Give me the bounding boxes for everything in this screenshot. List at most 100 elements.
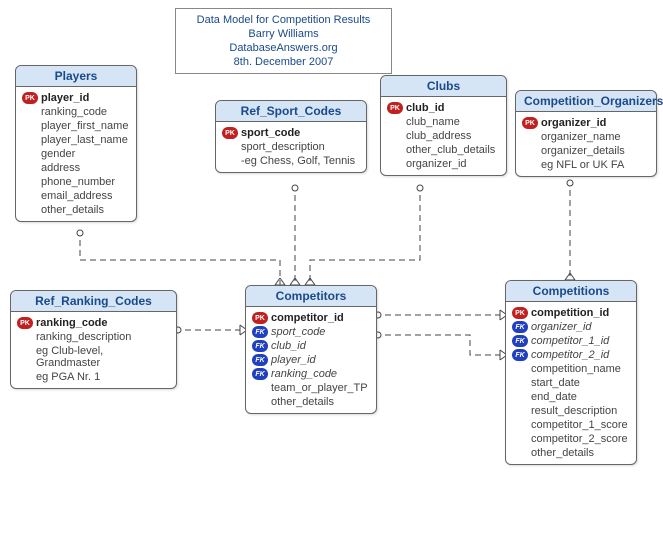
entity-body: PKcompetition_idFKorganizer_idFKcompetit… xyxy=(506,302,636,464)
no-key-icon xyxy=(522,145,538,157)
attribute-row: player_last_name xyxy=(22,133,130,147)
primary-key-icon: PK xyxy=(22,92,38,104)
entity-body: PKsport_codesport_description-eg Chess, … xyxy=(216,122,366,172)
attribute-row: PKplayer_id xyxy=(22,91,130,105)
attribute-row: other_club_details xyxy=(387,143,500,157)
entity-body: PKplayer_idranking_codeplayer_first_name… xyxy=(16,87,136,221)
no-key-icon xyxy=(22,176,38,188)
attribute-name: other_details xyxy=(531,447,594,459)
no-key-icon xyxy=(522,131,538,143)
no-key-icon xyxy=(222,155,238,167)
no-key-icon xyxy=(252,396,268,408)
title-line-3: DatabaseAnswers.org xyxy=(186,41,381,55)
attribute-name: competitor_2_id xyxy=(531,349,609,361)
foreign-key-icon: FK xyxy=(252,368,268,380)
primary-key-icon: PK xyxy=(17,317,33,329)
primary-key-icon: PK xyxy=(222,127,238,139)
attribute-row: gender xyxy=(22,147,130,161)
foreign-key-icon: FK xyxy=(252,354,268,366)
attribute-row: team_or_player_TP xyxy=(252,381,370,395)
primary-key-icon: PK xyxy=(387,102,403,114)
attribute-row: FKclub_id xyxy=(252,339,370,353)
entity-header: Competitions xyxy=(506,281,636,302)
attribute-row: other_details xyxy=(22,203,130,217)
entity-competitions: Competitions PKcompetition_idFKorganizer… xyxy=(505,280,637,465)
attribute-name: gender xyxy=(41,148,75,160)
foreign-key-icon: FK xyxy=(512,349,528,361)
attribute-row: FKorganizer_id xyxy=(512,320,630,334)
attribute-name: eg NFL or UK FA xyxy=(541,159,624,171)
attribute-row: organizer_id xyxy=(387,157,500,171)
attribute-row: organizer_details xyxy=(522,144,650,158)
foreign-key-icon: FK xyxy=(512,321,528,333)
no-key-icon xyxy=(512,363,528,375)
entity-body: PKranking_coderanking_descriptioneg Club… xyxy=(11,312,176,388)
attribute-row: PKranking_code xyxy=(17,316,170,330)
attribute-name: sport_description xyxy=(241,141,325,153)
attribute-row: end_date xyxy=(512,390,630,404)
attribute-name: ranking_code xyxy=(41,106,107,118)
attribute-row: competitor_1_score xyxy=(512,418,630,432)
title-line-4: 8th. December 2007 xyxy=(186,55,381,69)
no-key-icon xyxy=(22,106,38,118)
attribute-row: FKcompetitor_2_id xyxy=(512,348,630,362)
attribute-row: FKplayer_id xyxy=(252,353,370,367)
entity-body: PKcompetitor_idFKsport_codeFKclub_idFKpl… xyxy=(246,307,376,413)
no-key-icon xyxy=(22,204,38,216)
attribute-row: PKorganizer_id xyxy=(522,116,650,130)
attribute-name: ranking_code xyxy=(36,317,108,329)
attribute-row: sport_description xyxy=(222,140,360,154)
attribute-name: address xyxy=(41,162,80,174)
attribute-row: -eg Chess, Golf, Tennis xyxy=(222,154,360,168)
attribute-row: eg NFL or UK FA xyxy=(522,158,650,172)
attribute-name: email_address xyxy=(41,190,113,202)
attribute-row: organizer_name xyxy=(522,130,650,144)
entity-players: Players PKplayer_idranking_codeplayer_fi… xyxy=(15,65,137,222)
attribute-row: PKsport_code xyxy=(222,126,360,140)
foreign-key-icon: FK xyxy=(512,335,528,347)
no-key-icon xyxy=(512,433,528,445)
no-key-icon xyxy=(222,141,238,153)
attribute-row: PKcompetition_id xyxy=(512,306,630,320)
attribute-name: result_description xyxy=(531,405,617,417)
no-key-icon xyxy=(252,382,268,394)
no-key-icon xyxy=(387,130,403,142)
no-key-icon xyxy=(22,162,38,174)
no-key-icon xyxy=(512,391,528,403)
attribute-name: club_id xyxy=(406,102,445,114)
foreign-key-icon: FK xyxy=(252,340,268,352)
no-key-icon xyxy=(512,405,528,417)
no-key-icon xyxy=(522,159,538,171)
attribute-name: competitor_1_score xyxy=(531,419,628,431)
diagram-title-box: Data Model for Competition Results Barry… xyxy=(175,8,392,74)
attribute-name: other_details xyxy=(41,204,104,216)
entity-header: Ref_Sport_Codes xyxy=(216,101,366,122)
attribute-name: organizer_id xyxy=(541,117,606,129)
attribute-name: competitor_id xyxy=(271,312,344,324)
entity-body: PKclub_id club_name club_addressother_club… xyxy=(381,97,506,175)
primary-key-icon: PK xyxy=(522,117,538,129)
entity-ref-ranking-codes: Ref_Ranking_Codes PKranking_coderanking_… xyxy=(10,290,177,389)
primary-key-icon: PK xyxy=(512,307,528,319)
attribute-name: ranking_code xyxy=(271,368,337,380)
attribute-name: club_address xyxy=(406,130,471,142)
no-key-icon xyxy=(512,419,528,431)
attribute-row: eg PGA Nr. 1 xyxy=(17,370,170,384)
attribute-row: club_address xyxy=(387,129,500,143)
attribute-name: competitor_1_id xyxy=(531,335,609,347)
attribute-row: player_first_name xyxy=(22,119,130,133)
no-key-icon xyxy=(17,331,33,343)
attribute-name: organizer_id xyxy=(531,321,592,333)
attribute-name: team_or_player_TP xyxy=(271,382,368,394)
attribute-name: organizer_name xyxy=(541,131,621,143)
attribute-name: club_name xyxy=(406,116,460,128)
attribute-row: ranking_description xyxy=(17,330,170,344)
attribute-name: player_id xyxy=(271,354,316,366)
title-line-1: Data Model for Competition Results xyxy=(186,13,381,27)
entity-ref-sport-codes: Ref_Sport_Codes PKsport_codesport_descri… xyxy=(215,100,367,173)
attribute-row: PKcompetitor_id xyxy=(252,311,370,325)
primary-key-icon: PK xyxy=(252,312,268,324)
no-key-icon xyxy=(387,158,403,170)
no-key-icon xyxy=(17,351,33,363)
no-key-icon xyxy=(17,371,33,383)
